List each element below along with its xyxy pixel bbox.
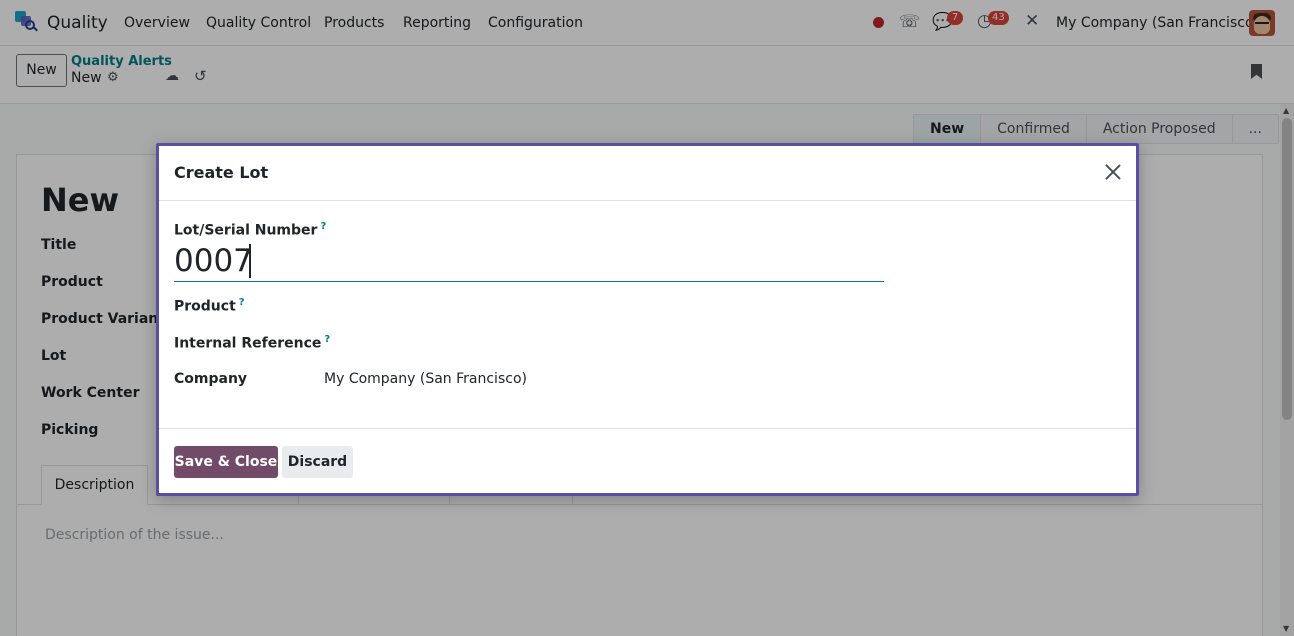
discard-button[interactable]: Discard bbox=[282, 446, 353, 478]
save-close-button[interactable]: Save & Close bbox=[174, 446, 278, 478]
dialog-header: Create Lot bbox=[159, 146, 1136, 201]
product-label: Product? bbox=[174, 297, 245, 315]
help-icon[interactable]: ? bbox=[320, 221, 326, 232]
lot-serial-label: Lot/Serial Number? bbox=[174, 221, 327, 239]
create-lot-dialog: Create Lot Lot/Serial Number? Product? I… bbox=[156, 143, 1139, 496]
text-caret bbox=[249, 244, 251, 278]
dialog-title: Create Lot bbox=[174, 163, 269, 182]
close-icon[interactable] bbox=[1103, 162, 1123, 182]
help-icon[interactable]: ? bbox=[324, 334, 330, 345]
company-label: Company bbox=[174, 371, 248, 387]
company-field[interactable]: My Company (San Francisco) bbox=[324, 371, 527, 387]
lot-serial-input[interactable] bbox=[174, 241, 884, 282]
help-icon[interactable]: ? bbox=[239, 297, 245, 308]
internal-reference-label: Internal Reference? bbox=[174, 334, 331, 352]
